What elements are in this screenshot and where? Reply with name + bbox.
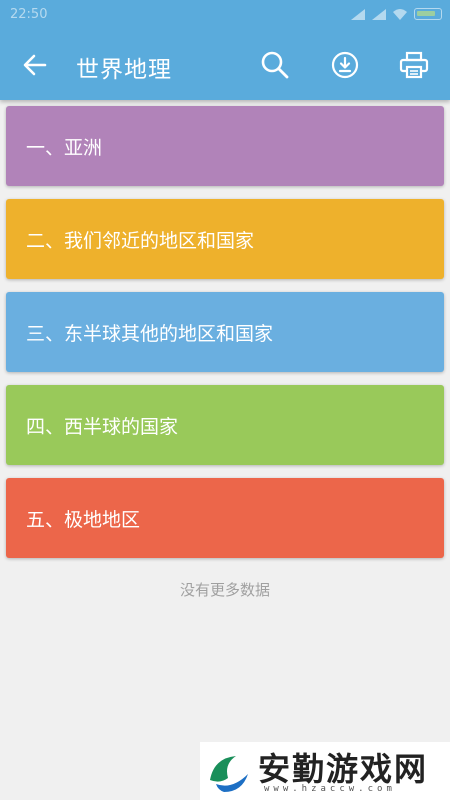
search-button[interactable]	[257, 45, 293, 85]
list-item-asia[interactable]: 一、亚洲	[6, 106, 444, 186]
app-bar: 22:50 世界地理	[0, 0, 450, 100]
search-icon	[261, 51, 289, 79]
signal-icon	[372, 8, 386, 20]
list-item-neighbors[interactable]: 二、我们邻近的地区和国家	[6, 199, 444, 279]
list-item-label: 四、西半球的国家	[26, 415, 179, 438]
signal-icon	[351, 8, 365, 20]
list-item-western-hemisphere[interactable]: 四、西半球的国家	[6, 385, 444, 465]
chapter-list: 一、亚洲 二、我们邻近的地区和国家 三、东半球其他的地区和国家 四、西半球的国家…	[6, 106, 444, 571]
list-item-polar[interactable]: 五、极地地区	[6, 478, 444, 558]
print-button[interactable]	[396, 45, 432, 85]
list-item-label: 一、亚洲	[26, 136, 103, 159]
printer-icon	[399, 51, 429, 79]
download-button[interactable]	[327, 45, 363, 85]
end-of-list-text: 没有更多数据	[179, 581, 270, 599]
list-item-label: 三、东半球其他的地区和国家	[26, 322, 274, 345]
battery-icon	[414, 8, 442, 20]
list-item-label: 二、我们邻近的地区和国家	[26, 229, 255, 252]
status-icons	[351, 8, 442, 20]
status-bar: 22:50	[0, 0, 450, 30]
watermark-logo-icon	[210, 756, 248, 792]
list-item-eastern-hemisphere[interactable]: 三、东半球其他的地区和国家	[6, 292, 444, 372]
download-icon	[331, 51, 359, 79]
list-item-label: 五、极地地区	[26, 508, 141, 531]
page-title: 世界地理	[76, 57, 172, 83]
status-time: 22:50	[10, 7, 48, 22]
wifi-icon	[393, 8, 407, 20]
back-button[interactable]	[17, 45, 53, 85]
watermark: 安勤游戏网 www.hzaccw.com	[200, 742, 450, 800]
arrow-left-icon	[23, 54, 47, 76]
watermark-url: www.hzaccw.com	[264, 784, 396, 794]
